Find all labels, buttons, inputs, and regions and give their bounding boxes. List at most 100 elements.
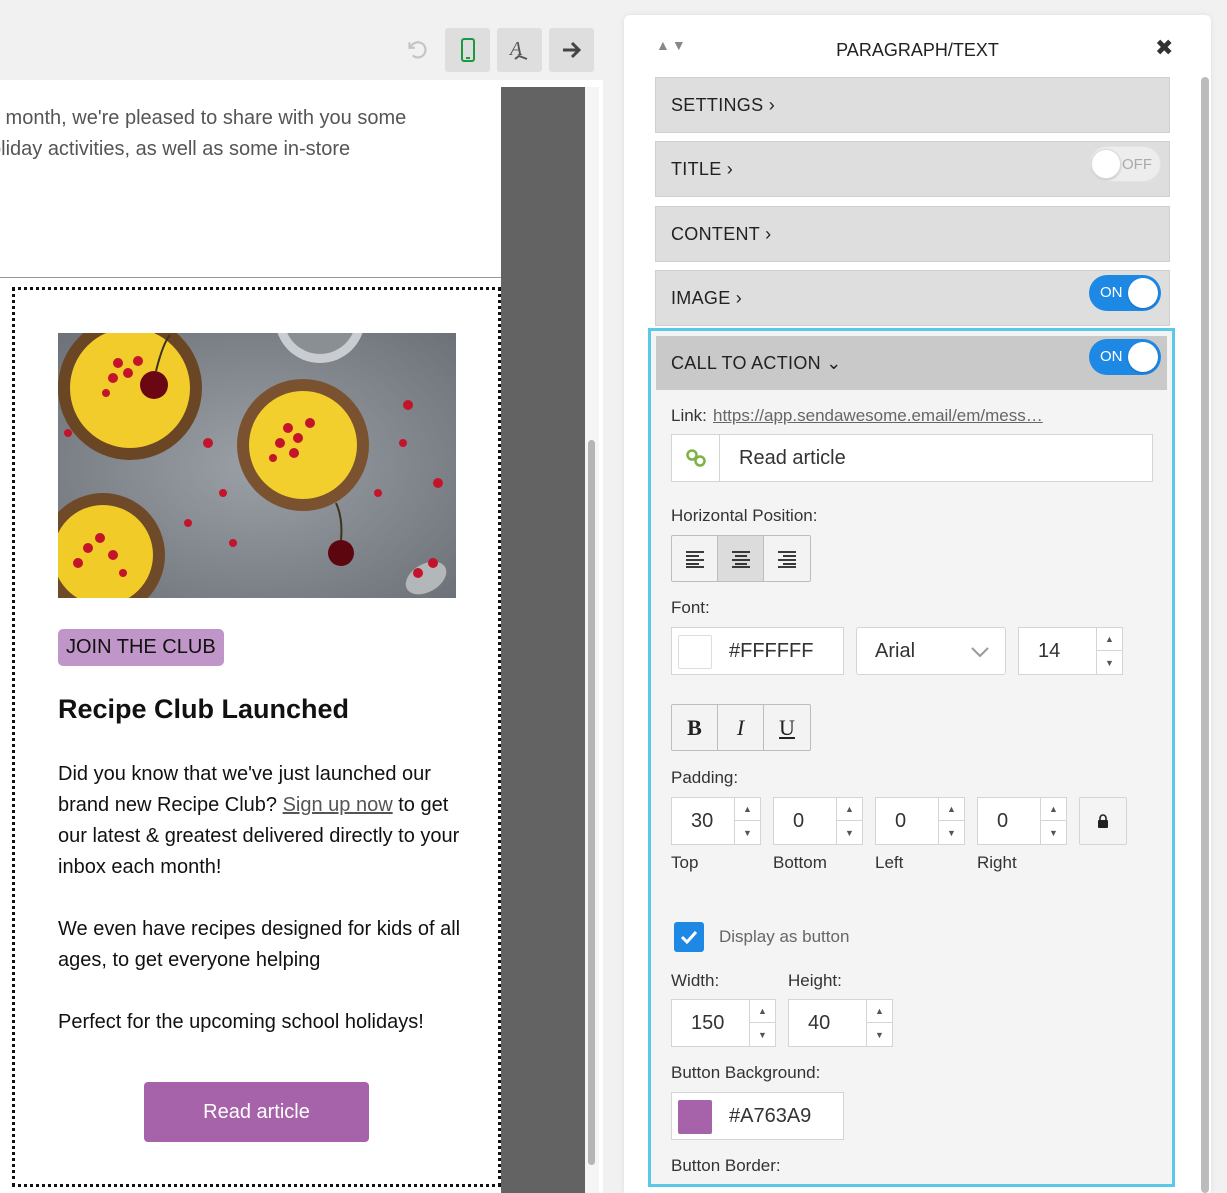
font-color-value: #FFFFFF	[729, 640, 814, 662]
increment-icon[interactable]: ▲	[867, 1000, 892, 1023]
read-article-button[interactable]: Read article	[144, 1082, 369, 1142]
italic-button[interactable]: I	[718, 705, 764, 750]
button-background-input[interactable]: #A763A9	[671, 1092, 844, 1140]
body-paragraph-3: Perfect for the upcoming school holidays…	[58, 1011, 424, 1033]
padding-left-spinner: ▲ ▼	[938, 798, 964, 844]
button-background-swatch[interactable]	[678, 1100, 712, 1134]
decrement-icon[interactable]: ▼	[1097, 651, 1122, 674]
button-width-value: 150	[691, 1012, 725, 1034]
link-url[interactable]: https://app.sendawesome.email/em/mess…	[713, 406, 1043, 426]
bold-button[interactable]: B	[672, 705, 718, 750]
button-background-label: Button Background:	[671, 1063, 821, 1082]
close-icon[interactable]: ✖	[1155, 35, 1173, 61]
preview-scrollbar-thumb[interactable]	[588, 440, 595, 1165]
font-size-stepper[interactable]: 14 ▲ ▼	[1018, 627, 1123, 675]
display-as-button-checkbox[interactable]	[674, 922, 704, 952]
horizontal-position-label: Horizontal Position:	[671, 506, 818, 525]
font-size-value: 14	[1038, 640, 1061, 662]
increment-icon[interactable]: ▲	[1041, 798, 1066, 821]
button-width-stepper[interactable]: 150 ▲ ▼	[671, 999, 776, 1047]
font-family-value: Arial	[875, 640, 916, 662]
undo-button[interactable]	[393, 28, 438, 72]
cta-toggle[interactable]: ON	[1089, 339, 1161, 375]
decrement-icon[interactable]: ▼	[837, 821, 862, 844]
join-club-tag: JOIN THE CLUB	[58, 629, 224, 666]
intro-line-1: s month, we're pleased to share with you…	[0, 107, 407, 129]
align-left-icon	[685, 550, 704, 568]
section-content[interactable]: CONTENT ›	[655, 206, 1170, 262]
checkmark-icon	[680, 930, 698, 944]
undo-icon	[407, 41, 427, 59]
preview-toolbar: A	[0, 0, 603, 80]
align-right-button[interactable]	[764, 536, 810, 581]
font-color-input[interactable]: #FFFFFF	[671, 627, 844, 675]
image-toggle[interactable]: ON	[1089, 275, 1161, 311]
toggle-label: ON	[1100, 348, 1123, 365]
toggle-label: ON	[1100, 284, 1123, 301]
decrement-icon[interactable]: ▼	[939, 821, 964, 844]
increment-icon[interactable]: ▲	[750, 1000, 775, 1023]
toggle-knob	[1091, 149, 1121, 179]
email-preview: s month, we're pleased to share with you…	[0, 80, 603, 1193]
font-family-select[interactable]: Arial	[856, 627, 1006, 675]
decrement-icon[interactable]: ▼	[750, 1023, 775, 1046]
section-image-label: IMAGE ›	[671, 288, 743, 308]
button-height-value: 40	[808, 1012, 831, 1034]
display-as-button-label[interactable]: Display as button	[719, 927, 849, 947]
decrement-icon[interactable]: ▼	[1041, 821, 1066, 844]
underline-button[interactable]: U	[764, 705, 810, 750]
link-text-input[interactable]: Read article	[671, 434, 1153, 482]
increment-icon[interactable]: ▲	[735, 798, 760, 821]
padding-bottom-stepper[interactable]: 0 ▲ ▼	[773, 797, 863, 845]
width-label: Width:	[671, 971, 720, 990]
align-right-icon	[778, 550, 796, 568]
increment-icon[interactable]: ▲	[1097, 628, 1122, 651]
align-center-button[interactable]	[718, 536, 764, 581]
toggle-label: OFF	[1122, 156, 1152, 173]
intro-text: s month, we're pleased to share with you…	[0, 103, 500, 165]
card-title: Recipe Club Launched	[58, 694, 350, 724]
button-height-stepper[interactable]: 40 ▲ ▼	[788, 999, 893, 1047]
increment-icon[interactable]: ▲	[939, 798, 964, 821]
panel-header: ▲▼ PARAGRAPH/TEXT ✖	[624, 15, 1211, 77]
horizontal-position-group	[671, 535, 811, 582]
panel-scrollbar-thumb[interactable]	[1201, 77, 1209, 1193]
padding-top-stepper[interactable]: 30 ▲ ▼	[671, 797, 761, 845]
padding-right-stepper[interactable]: 0 ▲ ▼	[977, 797, 1067, 845]
section-title[interactable]: TITLE › OFF	[655, 141, 1170, 197]
font-size-spinner: ▲ ▼	[1096, 628, 1122, 674]
height-label: Height:	[788, 971, 842, 990]
padding-lock-button[interactable]	[1079, 797, 1127, 845]
arrow-right-icon	[562, 41, 581, 59]
padding-left-stepper[interactable]: 0 ▲ ▼	[875, 797, 965, 845]
divider	[0, 277, 501, 278]
padding-right-value: 0	[997, 810, 1009, 832]
increment-icon[interactable]: ▲	[837, 798, 862, 821]
chevron-down-icon	[971, 647, 989, 658]
spellcheck-button[interactable]: A	[497, 28, 542, 72]
font-color-swatch[interactable]	[678, 635, 712, 669]
padding-right-spinner: ▲ ▼	[1040, 798, 1066, 844]
decrement-icon[interactable]: ▼	[735, 821, 760, 844]
link-icon	[672, 435, 720, 481]
padding-top-value: 30	[691, 810, 714, 832]
spellcheck-icon: A	[508, 38, 527, 60]
section-settings[interactable]: SETTINGS ›	[655, 77, 1170, 133]
align-center-icon	[731, 550, 750, 568]
section-cta-label: CALL TO ACTION ⌄	[671, 353, 842, 373]
font-label: Font:	[671, 598, 710, 617]
section-image[interactable]: IMAGE › ON	[655, 270, 1170, 326]
sign-up-link[interactable]: Sign up now	[283, 794, 393, 816]
align-left-button[interactable]	[672, 536, 718, 581]
toggle-knob	[1128, 278, 1158, 308]
mobile-preview-button[interactable]	[445, 28, 490, 72]
title-toggle[interactable]: OFF	[1089, 146, 1161, 182]
lock-icon	[1098, 814, 1108, 828]
cta-header[interactable]: CALL TO ACTION ⌄ ON	[656, 336, 1167, 390]
card-body: Did you know that we've just launched ou…	[58, 759, 468, 1069]
padding-bottom-spinner: ▲ ▼	[836, 798, 862, 844]
decrement-icon[interactable]: ▼	[867, 1023, 892, 1046]
next-button[interactable]	[549, 28, 594, 72]
selected-content-block[interactable]: JOIN THE CLUB Recipe Club Launched Did y…	[12, 287, 501, 1187]
mobile-icon	[460, 38, 475, 62]
